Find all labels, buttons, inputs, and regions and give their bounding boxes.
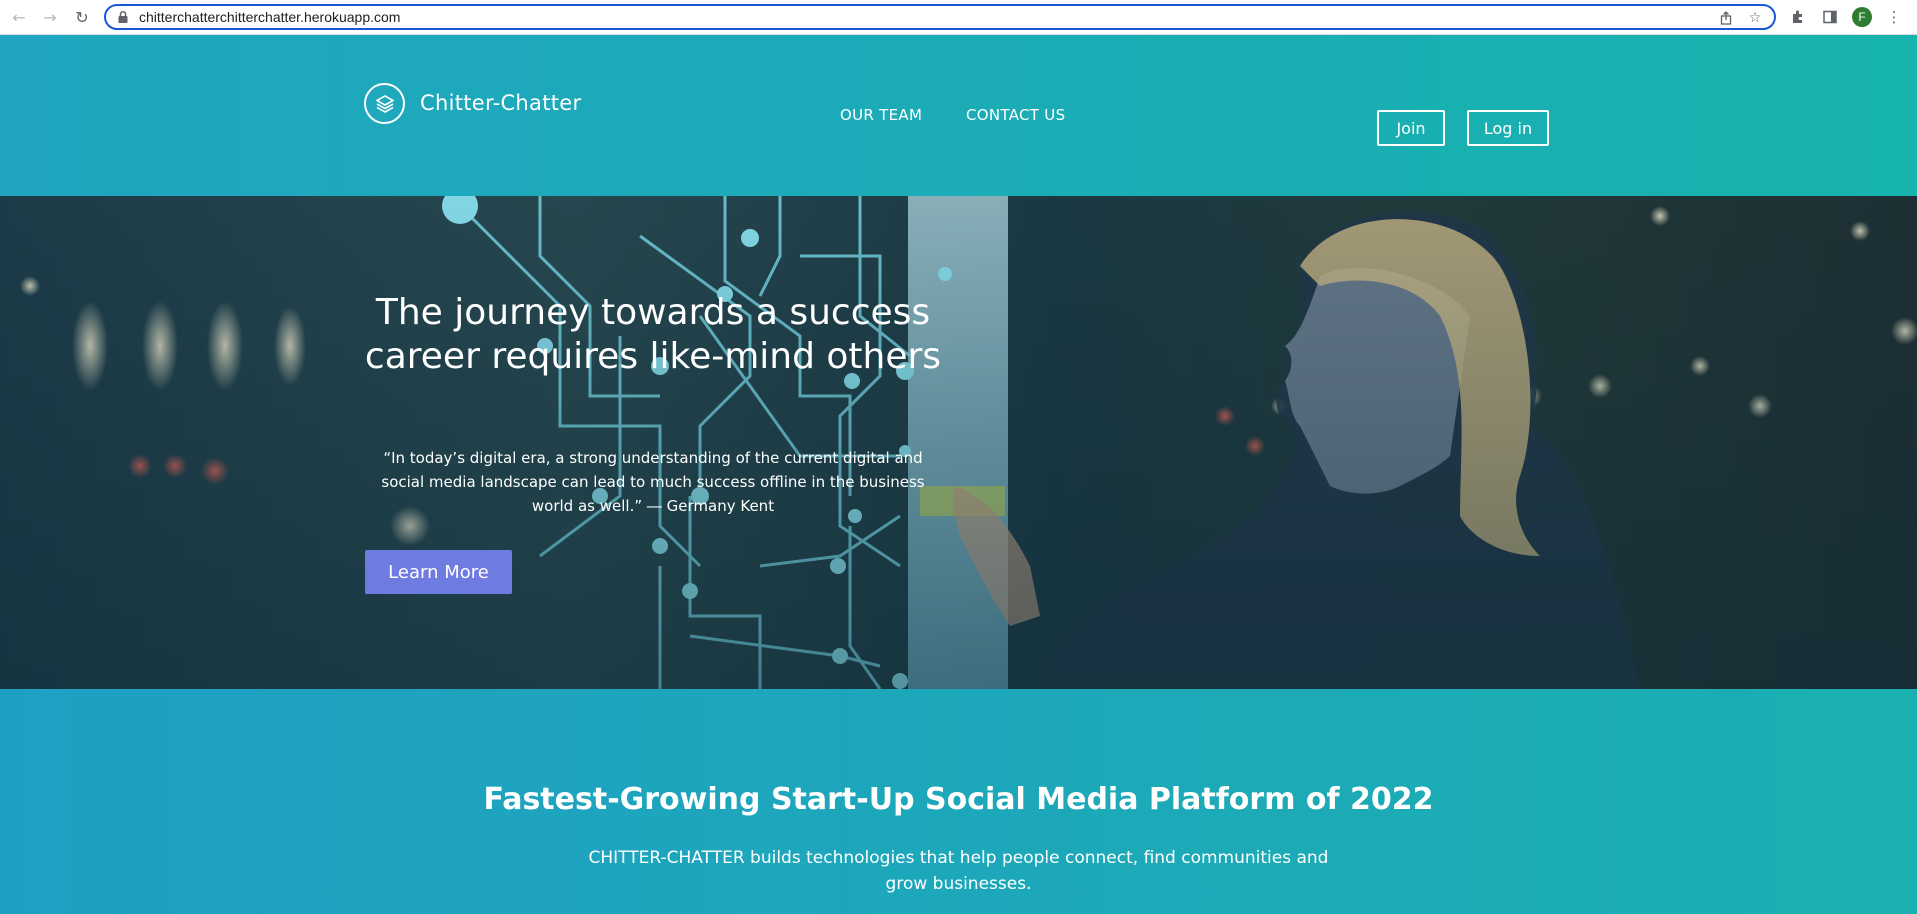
url-text: chitterchatterchitterchatter.herokuapp.c… (139, 9, 401, 25)
learn-more-button[interactable]: Learn More (365, 550, 512, 594)
hero-background-image (0, 196, 1917, 689)
profile-avatar[interactable]: F (1852, 7, 1872, 27)
nav-our-team[interactable]: OUR TEAM (840, 106, 922, 124)
join-button[interactable]: Join (1377, 110, 1445, 146)
brand-name[interactable]: Chitter-Chatter (420, 91, 581, 115)
login-button[interactable]: Log in (1467, 110, 1549, 146)
site-header: Chitter-Chatter OUR TEAM CONTACT US Join… (0, 35, 1917, 196)
back-icon[interactable]: ← (8, 6, 30, 28)
menu-kebab-icon[interactable]: ⋮ (1883, 6, 1905, 28)
section-title: Fastest-Growing Start-Up Social Media Pl… (483, 782, 1434, 817)
bookmark-star-icon[interactable]: ☆ (1746, 9, 1764, 27)
forward-icon[interactable]: → (39, 6, 61, 28)
side-panel-icon[interactable] (1819, 6, 1841, 28)
section-text: CHITTER-CHATTER builds technologies that… (588, 848, 1329, 894)
lock-icon (118, 10, 128, 23)
share-icon[interactable] (1717, 9, 1735, 27)
about-section: Fastest-Growing Start-Up Social Media Pl… (0, 689, 1917, 914)
nav-contact-us[interactable]: CONTACT US (966, 106, 1065, 124)
hero-quote: “In today’s digital era, a strong unders… (381, 449, 925, 515)
address-bar[interactable]: chitterchatterchitterchatter.herokuapp.c… (104, 4, 1776, 30)
hero-banner: The journey towards a success career req… (0, 196, 1917, 689)
layers-logo-icon[interactable] (364, 83, 405, 124)
hero-title: The journey towards a success career req… (364, 292, 942, 377)
reload-icon[interactable]: ↻ (71, 6, 93, 28)
browser-toolbar: ← → ↻ chitterchatterchitterchatter.herok… (0, 0, 1917, 35)
extensions-icon[interactable] (1787, 6, 1809, 28)
